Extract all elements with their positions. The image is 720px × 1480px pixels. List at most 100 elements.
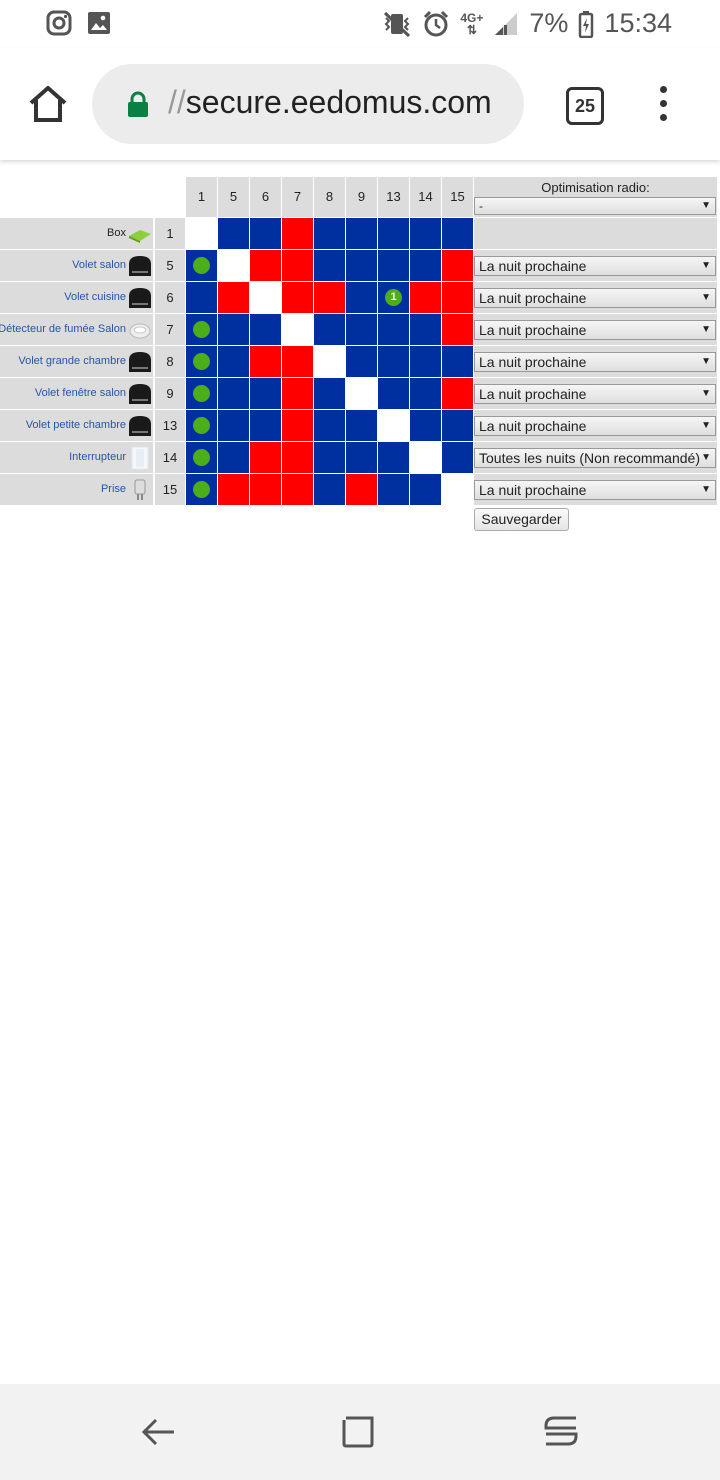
matrix-cell [410,378,441,409]
matrix-cell [442,314,473,345]
smoke-detector-icon [129,323,151,339]
column-header-14: 14 [410,177,441,217]
device-name-link[interactable]: Volet cuisine [64,291,126,303]
matrix-cell [314,282,345,313]
matrix-cell [250,474,281,505]
matrix-cell [186,378,217,409]
matrix-cell [378,474,409,505]
matrix-cell [186,442,217,473]
status-bar: 4G+ ⇅ 7% 15:34 [0,0,720,48]
dropdown-arrow-icon: ▼ [701,324,711,335]
dropdown-arrow-icon: ▼ [701,452,711,463]
back-icon[interactable] [140,1414,176,1450]
instagram-icon [46,10,72,36]
radio-optimisation-select[interactable]: La nuit prochaine ▼ [474,416,716,436]
shutter-module-icon [129,352,151,372]
matrix-cell [442,250,473,281]
device-name-link[interactable]: Volet salon [72,259,126,271]
device-name-link[interactable]: Volet grande chambre [18,355,126,367]
matrix-cell [314,346,345,377]
matrix-cell [314,218,345,249]
matrix-cell [218,474,249,505]
matrix-cell [378,314,409,345]
select-value: La nuit prochaine [479,418,587,434]
radio-optimisation-select[interactable]: La nuit prochaine ▼ [474,288,716,308]
matrix-cell [314,474,345,505]
save-button[interactable]: Sauvegarder [474,508,569,531]
radio-optimisation-select[interactable]: La nuit prochaine ▼ [474,320,716,340]
device-name-link[interactable]: Interrupteur [69,451,126,463]
shutter-module-icon [129,288,151,308]
column-header-6: 6 [250,177,281,217]
matrix-cell [186,282,217,313]
device-label-row: Volet salon [0,250,153,281]
matrix-cell [442,378,473,409]
device-label-row: Box [0,218,153,249]
radio-optimisation-select[interactable]: La nuit prochaine ▼ [474,384,716,404]
shutter-module-icon [129,416,151,436]
matrix-cell [410,314,441,345]
matrix-cell [282,282,313,313]
matrix-cell [282,218,313,249]
dropdown-arrow-icon: ▼ [701,420,711,431]
green-status-dot [193,481,210,498]
select-value: La nuit prochaine [479,258,587,274]
matrix-cell [378,250,409,281]
device-id: 9 [155,378,185,409]
green-status-dot [193,385,210,402]
device-label-row: Volet cuisine [0,282,153,313]
select-value: La nuit prochaine [479,386,587,402]
matrix-cell [250,346,281,377]
radio-optimisation-select[interactable]: La nuit prochaine ▼ [474,352,716,372]
matrix-cell [346,410,377,441]
green-status-dot [193,353,210,370]
device-name-link[interactable]: Volet fenêtre salon [35,387,126,399]
matrix-cell [282,314,313,345]
green-status-dot [193,417,210,434]
matrix-cell [442,218,473,249]
device-id: 7 [155,314,185,345]
device-id: 8 [155,346,185,377]
alarm-icon [424,10,449,36]
matrix-cell [410,250,441,281]
radio-optimisation-select[interactable]: La nuit prochaine ▼ [474,256,716,276]
matrix-cell [218,314,249,345]
dropdown-arrow-icon: ▼ [701,292,711,303]
matrix-cell [314,442,345,473]
matrix-cell [282,250,313,281]
matrix-cell [250,218,281,249]
matrix-cell [186,474,217,505]
green-status-dot [193,321,210,338]
radio-optimisation-select[interactable]: La nuit prochaine ▼ [474,480,716,500]
tab-switcher-button[interactable]: 25 [566,87,604,125]
home-icon[interactable] [26,82,70,126]
matrix-cell [378,410,409,441]
home-nav-icon[interactable] [542,1414,578,1450]
box-radio-select[interactable]: - ▼ [474,197,716,215]
radio-optimisation-select[interactable]: Toutes les nuits (Non recommandé) ▼ [474,448,716,468]
overflow-menu-icon[interactable] [656,86,670,122]
matrix-cell [346,378,377,409]
matrix-cell [250,282,281,313]
matrix-cell [218,410,249,441]
matrix-cell [218,250,249,281]
clock: 15:34 [604,8,672,38]
matrix-cell [346,218,377,249]
matrix-cell [442,474,473,505]
box-router-icon [129,230,151,243]
matrix-cell [250,442,281,473]
recents-icon[interactable] [340,1414,376,1450]
matrix-cell [218,282,249,313]
matrix-cell [442,282,473,313]
device-name-link[interactable]: Volet petite chambre [26,419,126,431]
device-name-link[interactable]: Détecteur de fumée Salon [0,323,126,335]
address-bar[interactable]: //secure.eedomus.com [92,64,524,144]
device-id: 15 [155,474,185,505]
matrix-cell [218,378,249,409]
shutter-module-icon [129,384,151,404]
matrix-cell [218,218,249,249]
select-value: La nuit prochaine [479,290,587,306]
matrix-cell [250,250,281,281]
device-name-link[interactable]: Prise [101,483,126,495]
device-label-row: Interrupteur [0,442,153,473]
